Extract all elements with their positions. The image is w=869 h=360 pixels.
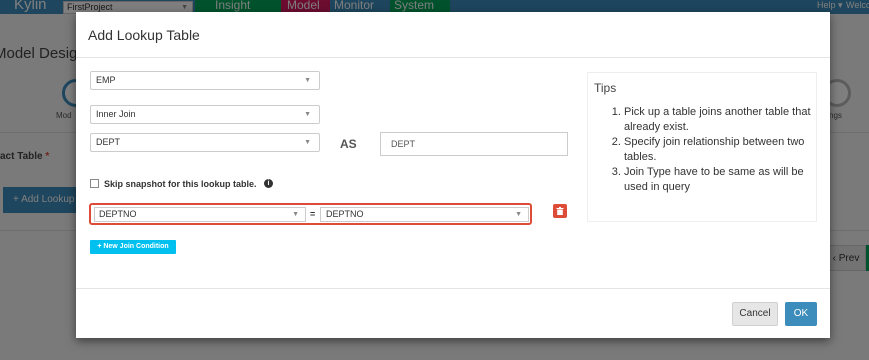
tips-title: Tips	[594, 81, 617, 95]
table-alias-input[interactable]: DEPT	[380, 132, 568, 156]
modal-footer-divider	[76, 288, 830, 289]
remove-join-condition-button[interactable]	[553, 204, 567, 218]
ok-button[interactable]: OK	[785, 302, 817, 326]
join-left-column-value: DEPTNO	[99, 209, 137, 219]
tips-panel: Tips Pick up a table joins another table…	[587, 72, 817, 222]
join-right-column-select[interactable]: DEPTNO ▼	[320, 207, 529, 222]
lookup-table-select[interactable]: DEPT ▼	[90, 133, 320, 152]
chevron-down-icon: ▼	[304, 111, 311, 118]
fact-table-select-value: EMP	[96, 75, 116, 85]
info-icon[interactable]: i	[264, 179, 273, 188]
cancel-button[interactable]: Cancel	[732, 302, 778, 326]
trash-icon	[556, 207, 564, 215]
tip-item: Specify join relationship between two ta…	[624, 135, 814, 165]
tip-item: Pick up a table joins another table that…	[624, 105, 814, 135]
join-type-select[interactable]: Inner Join ▼	[90, 105, 320, 124]
tip-item: Join Type have to be same as will be use…	[624, 165, 814, 195]
skip-snapshot-label: Skip snapshot for this lookup table.	[104, 179, 257, 189]
chevron-down-icon: ▼	[304, 77, 311, 84]
add-lookup-table-dialog: Add Lookup Table EMP ▼ Inner Join ▼ DEPT…	[76, 12, 830, 338]
modal-title: Add Lookup Table	[88, 27, 200, 43]
chevron-down-icon: ▼	[292, 211, 299, 218]
skip-snapshot-checkbox[interactable]	[90, 179, 99, 188]
join-operator: =	[310, 209, 316, 219]
as-label: AS	[340, 137, 357, 151]
new-join-condition-button[interactable]: + New Join Condition	[90, 240, 176, 254]
modal-header: Add Lookup Table	[76, 12, 830, 58]
lookup-table-select-value: DEPT	[96, 137, 121, 147]
fact-table-select[interactable]: EMP ▼	[90, 71, 320, 90]
chevron-down-icon: ▼	[515, 211, 522, 218]
join-condition-row: DEPTNO ▼ = DEPTNO ▼	[89, 203, 532, 225]
join-left-column-select[interactable]: DEPTNO ▼	[94, 207, 306, 222]
join-right-column-value: DEPTNO	[326, 209, 364, 219]
join-type-select-value: Inner Join	[96, 109, 136, 119]
chevron-down-icon: ▼	[304, 139, 311, 146]
tips-list: Pick up a table joins another table that…	[594, 105, 814, 195]
